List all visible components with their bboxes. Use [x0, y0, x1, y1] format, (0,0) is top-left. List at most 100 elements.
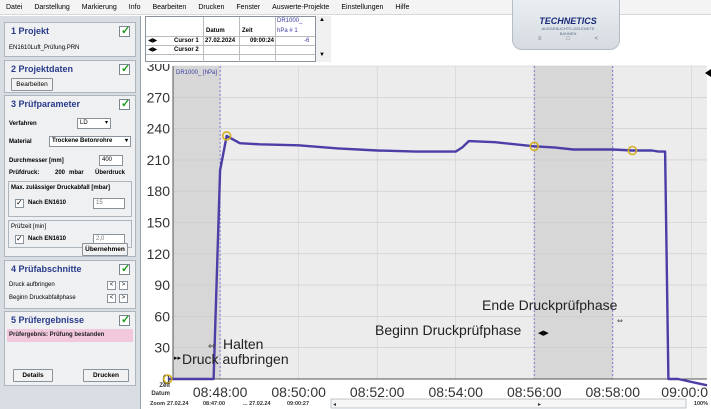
bearbeiten-button[interactable]: Bearbeiten: [11, 78, 53, 91]
druck-aufbringen-label: Druck aufbringen: [9, 282, 55, 288]
cursor1-date: 27.02.2024: [205, 38, 236, 44]
cursor1-label: Cursor 1: [174, 38, 199, 44]
menu-item-markierung[interactable]: Markierung: [76, 0, 123, 15]
x-tick-label: 08:48:00: [193, 384, 248, 400]
druckabfall-group: Max. zulässiger Druckabfall [mbar] Nach …: [8, 181, 132, 217]
section-title-projekt: 1 Projekt: [11, 26, 50, 36]
scroll-up-icon[interactable]: ▲: [319, 17, 325, 23]
prev-arrow-button[interactable]: <: [107, 294, 116, 303]
y-tick-label: 90: [154, 277, 170, 293]
footer-zoom-pct: 100%: [694, 401, 708, 407]
section-title-pruefergebnisse: 5 Prüfergebnisse: [11, 315, 85, 325]
annotation-beginn: Beginn Druckprüfphase: [375, 322, 522, 338]
menu-item-hilfe[interactable]: Hilfe: [389, 0, 415, 15]
nach-en1610-checkbox[interactable]: [15, 234, 24, 244]
material-select[interactable]: Trockene Betonrohre ▾: [49, 136, 131, 147]
y-tick-label: 60: [154, 308, 170, 324]
pruefzeit-label: Prüfzeit [min]: [11, 224, 47, 230]
cursor1-marker-icon[interactable]: ◀▶: [148, 37, 157, 46]
chevron-down-icon: ▾: [124, 138, 128, 144]
durchmesser-input[interactable]: 400: [99, 155, 123, 166]
axis-datum-label: Datum: [151, 391, 170, 397]
chart-svg[interactable]: 030609012015018021024027030008:48:00 08:5…: [145, 64, 711, 409]
beginn-arrow-icon: ◀▶: [538, 329, 549, 337]
section-done-checkbox: [119, 62, 130, 75]
durchmesser-label: Durchmesser [mm]: [9, 158, 64, 164]
menu-item-bearbeiten[interactable]: Bearbeiten: [146, 0, 192, 15]
y-tick-label: 270: [147, 89, 171, 105]
x-tick-label: 08:50:00: [271, 384, 326, 400]
technetics-logo: TECHNETICS AUSGEBUCHTE-GELENKTE BAHNEN: [534, 16, 602, 36]
section-done-checkbox: [119, 313, 130, 326]
menu-icon: ≡: [538, 36, 542, 42]
next-arrow-button[interactable]: >: [119, 281, 128, 290]
material-label: Material: [9, 139, 32, 145]
section-projektdaten: 2 Projektdaten Bearbeiten: [4, 60, 136, 93]
pressure-chart[interactable]: 0 30 60 90 120 150 180 210 240 270 300 08:48:00 08:5…: [145, 64, 711, 409]
chart-horizontal-scrollbar[interactable]: [330, 398, 687, 409]
cursor1-time: 09:00:24: [250, 38, 275, 44]
menu-item-info[interactable]: Info: [123, 0, 147, 15]
section-pruefparameter: 3 Prüfparameter Verfahren LD ▾ Material T…: [4, 95, 136, 257]
menu-item-drucken[interactable]: Drucken: [192, 0, 230, 15]
section-pruefabschnitte: 4 Prüfabschnitte Druck aufbringen < > Be…: [4, 260, 136, 309]
series-tag: DR1000_ [hPa]: [176, 70, 217, 76]
nach-en1610-label: Nach EN1610: [28, 236, 67, 242]
beginn-druckabfall-label: Beginn Druckabfallphase: [9, 295, 76, 301]
x-tick-label: 08:54:00: [428, 384, 483, 400]
verfahren-select[interactable]: LD ▾: [77, 118, 111, 129]
section-projekt: 1 Projekt EN1610Luft_Prüfung.PRN: [4, 22, 136, 57]
logo-brand: TECHNETICS: [539, 16, 597, 26]
x-tick-label: 08:52:00: [350, 384, 405, 400]
material-value: Trockene Betonrohre: [52, 138, 113, 144]
pruefdruck-unit: mbar: [69, 170, 84, 176]
table-time-header: Zeit: [242, 28, 253, 34]
result-text: Prüfergebnis: Prüfung bestanden: [9, 332, 105, 338]
details-button[interactable]: Details: [13, 369, 53, 382]
annotation-ende: Ende Druckprüfphase: [482, 297, 618, 313]
footer-start-time: 08:47:00: [203, 401, 225, 407]
table-scrollbar[interactable]: ▲ ▼: [315, 16, 331, 62]
section-title-pruefabschnitte: 4 Prüfabschnitte: [11, 264, 82, 274]
y-tick-label: 150: [147, 215, 171, 231]
verfahren-value: LD: [80, 120, 88, 126]
logo-tagline: AUSGEBUCHTE-GELENKTE BAHNEN: [541, 26, 595, 36]
footer-end-time: 09:00:27: [287, 401, 309, 407]
nach-en1610-checkbox[interactable]: [15, 198, 24, 208]
verfahren-label: Verfahren: [9, 121, 37, 127]
table-unit-header: hPa # 1: [277, 28, 298, 34]
ende-arrow-icon: ⇔: [617, 317, 623, 325]
device-nav: ≡ □ <: [538, 36, 598, 42]
cursor1-value: -6: [304, 38, 310, 44]
table-date-header: Datum: [206, 28, 225, 34]
pruefdruck-mode: Überdruck: [95, 170, 126, 176]
menu-item-datei[interactable]: Datei: [0, 0, 28, 15]
uebernehmen-button[interactable]: Übernehmen: [82, 243, 128, 256]
table-channel-header: DR1000_: [277, 18, 303, 24]
menu-item-auswerte-projekte[interactable]: Auswerte-Projekte: [266, 0, 335, 15]
cursor2-label: Cursor 2: [174, 47, 199, 53]
druckabfall-label: Max. zulässiger Druckabfall [mbar]: [11, 185, 111, 191]
pruefdruck-label: Prüfdruck:: [9, 170, 40, 176]
annotation-halten: Halten: [223, 336, 263, 352]
druckabfall-input[interactable]: 15: [93, 198, 125, 209]
menu-item-fenster[interactable]: Fenster: [230, 0, 266, 15]
drucken-button[interactable]: Drucken: [83, 369, 129, 382]
section-title-projektdaten: 2 Projektdaten: [11, 64, 74, 74]
scroll-left-icon: ◂: [333, 401, 336, 408]
menu-item-darstellung[interactable]: Darstellung: [28, 0, 75, 15]
section-done-checkbox: [119, 262, 130, 275]
menu-item-einstellungen[interactable]: Einstellungen: [335, 0, 389, 15]
square-icon: □: [566, 36, 570, 42]
next-arrow-button[interactable]: >: [119, 294, 128, 303]
left-panel: 1 Projekt EN1610Luft_Prüfung.PRN 2 Proje…: [0, 16, 141, 409]
y-tick-label: 30: [154, 340, 170, 356]
footer-end-date: ... 27.02.24: [243, 401, 271, 407]
y-tick-label: 240: [147, 121, 171, 137]
x-tick-label: 08:56:00: [507, 384, 562, 400]
cursor2-marker-icon[interactable]: ◀▶: [148, 46, 157, 55]
project-file-label: EN1610Luft_Prüfung.PRN: [9, 45, 80, 51]
scroll-down-icon[interactable]: ▼: [319, 52, 325, 58]
prev-arrow-button[interactable]: <: [107, 281, 116, 290]
scroll-thumb-icon: ▸: [538, 401, 541, 408]
